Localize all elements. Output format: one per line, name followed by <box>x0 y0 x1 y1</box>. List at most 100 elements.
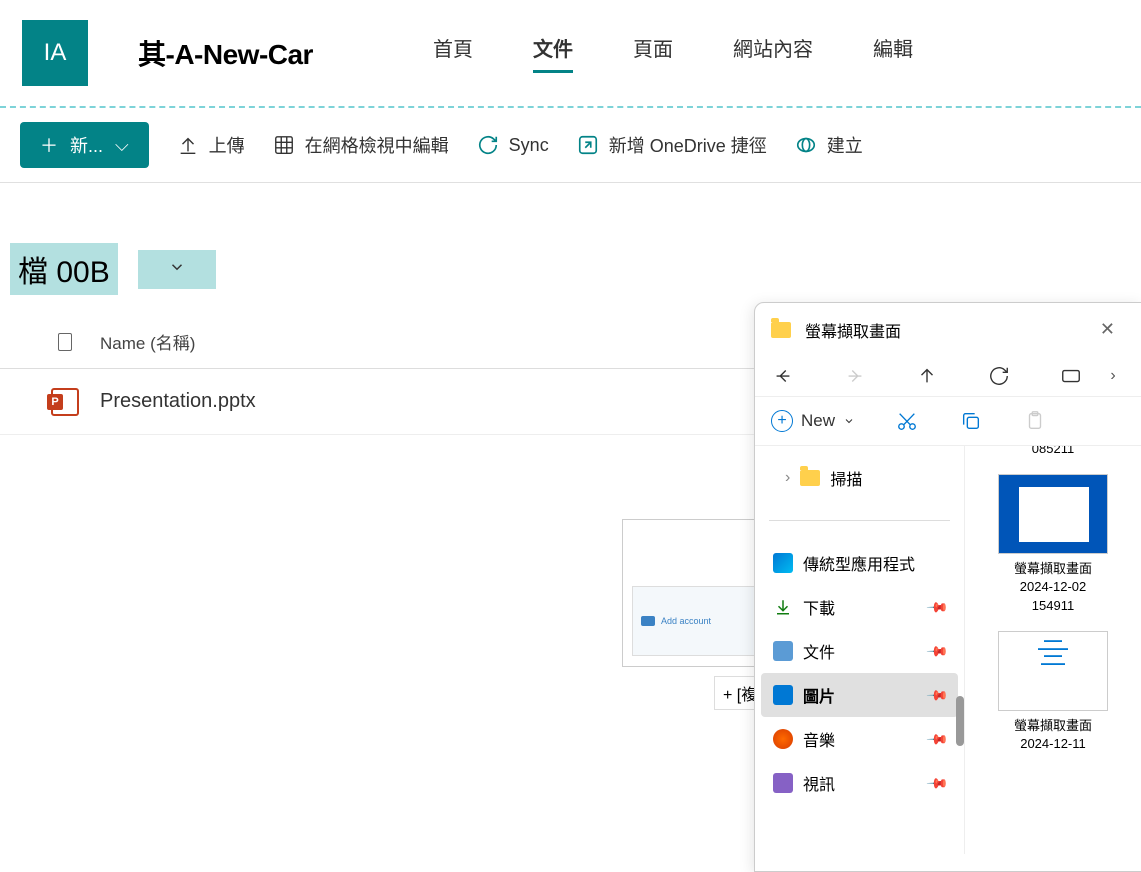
powerpoint-icon <box>51 388 79 416</box>
thumbnail-image <box>998 474 1108 554</box>
sync-button[interactable]: Sync <box>477 134 549 156</box>
chevron-down-icon: ⌵ <box>115 135 129 156</box>
videos-icon <box>773 773 793 793</box>
sidebar-item-documents[interactable]: 文件 📌 <box>761 629 958 673</box>
explorer-content[interactable]: 085211 螢幕擷取畫面 2024-12-02 154911 ▬▬▬▬▬▬▬▬… <box>965 446 1141 854</box>
library-dropdown[interactable] <box>138 250 216 289</box>
thumbnail-image: ▬▬▬▬▬▬▬▬▬▬▬▬▬▬▬ <box>998 631 1108 711</box>
shortcut-icon <box>577 134 599 156</box>
new-button[interactable]: ＋ 新... ⌵ <box>20 122 149 168</box>
copy-button[interactable] <box>959 409 983 433</box>
upload-button[interactable]: 上傳 <box>177 132 245 158</box>
col-type-icon[interactable] <box>30 333 100 351</box>
thumbnail-item[interactable]: ▬▬▬▬▬▬▬▬▬▬▬▬▬▬▬ 螢幕擷取畫面 2024-12-11 <box>975 631 1131 753</box>
nav-tabs: 首頁 文件 頁面 網站內容 編輯 <box>433 33 913 73</box>
sidebar-label: 視訊 <box>803 771 835 795</box>
thumbnail-label-2: 2024-12-02 <box>975 578 1131 596</box>
documents-icon <box>773 641 793 661</box>
file-icon-cell <box>30 388 100 416</box>
back-button[interactable] <box>771 364 795 388</box>
create-agent-button[interactable]: 建立 <box>795 132 863 158</box>
thumbnail-label-1: 螢幕擷取畫面 <box>975 560 1131 578</box>
chevron-down-icon <box>168 258 186 276</box>
drag-thumbnail: Add account <box>632 586 762 656</box>
cloud-icon <box>641 616 655 626</box>
pin-icon: 📌 <box>925 683 949 707</box>
nav-tab-site-contents[interactable]: 網站內容 <box>733 33 813 73</box>
chevron-right-icon: › <box>785 469 790 487</box>
sidebar-item-downloads[interactable]: 下載 📌 <box>761 585 958 629</box>
up-button[interactable] <box>915 364 939 388</box>
pictures-icon <box>773 685 793 705</box>
explorer-nav: › <box>755 356 1141 397</box>
nav-tab-edit[interactable]: 編輯 <box>873 33 913 73</box>
sidebar-label: 音樂 <box>803 727 835 751</box>
close-button[interactable]: ✕ <box>1090 315 1125 344</box>
sidebar-label: 下載 <box>803 595 835 619</box>
sidebar-item-apps[interactable]: 傳統型應用程式 <box>761 541 958 585</box>
site-logo[interactable]: IA <box>22 20 88 86</box>
site-header: IA 其-A-New-Car 首頁 文件 頁面 網站內容 編輯 <box>0 0 1141 106</box>
pin-icon: 📌 <box>925 595 949 619</box>
thumbnail-label-3: 154911 <box>975 597 1131 615</box>
thumbnail-label: 085211 <box>975 446 1131 458</box>
upload-label: 上傳 <box>209 132 245 158</box>
onedrive-label: 新增 OneDrive 捷徑 <box>609 132 767 158</box>
thumbnail-item[interactable]: 螢幕擷取畫面 2024-12-02 154911 <box>975 474 1131 615</box>
sync-label: Sync <box>509 135 549 156</box>
nav-tab-home[interactable]: 首頁 <box>433 33 473 73</box>
explorer-new-label: New <box>801 411 835 431</box>
upload-icon <box>177 134 199 156</box>
drag-inner-text: Add account <box>661 616 711 626</box>
sync-icon <box>477 134 499 156</box>
onedrive-shortcut-button[interactable]: 新增 OneDrive 捷徑 <box>577 132 767 158</box>
explorer-toolbar: + New <box>755 397 1141 446</box>
pin-icon: 📌 <box>925 727 949 751</box>
file-explorer-window: 螢幕擷取畫面 ✕ › + New <box>754 302 1141 872</box>
library-title[interactable]: 檔 00B <box>10 243 118 295</box>
sidebar-label: 文件 <box>803 639 835 663</box>
file-type-icon <box>58 333 72 351</box>
chevron-right-icon[interactable]: › <box>1101 364 1125 388</box>
copilot-icon <box>795 134 817 156</box>
address-bar-icon[interactable] <box>1059 364 1083 388</box>
thumbnail-item[interactable]: 085211 <box>975 446 1131 458</box>
edit-grid-button[interactable]: 在網格檢視中編輯 <box>273 132 449 158</box>
chevron-down-icon <box>843 415 855 427</box>
folder-icon <box>771 322 791 338</box>
pin-icon: 📌 <box>925 639 949 663</box>
divider <box>769 520 950 521</box>
drag-ghost: Add account <box>622 519 772 667</box>
new-button-label: 新... <box>70 132 103 158</box>
site-title[interactable]: 其-A-New-Car <box>138 33 313 73</box>
thumbnail-label-2: 2024-12-11 <box>975 735 1131 753</box>
sidebar-label: 掃描 <box>830 466 862 490</box>
explorer-body: › 掃描 傳統型應用程式 下載 📌 文件 📌 <box>755 446 1141 854</box>
grid-icon <box>273 134 295 156</box>
forward-button[interactable] <box>843 364 867 388</box>
music-icon <box>773 729 793 749</box>
library-title-row: 檔 00B <box>0 183 1141 315</box>
paste-button[interactable] <box>1023 409 1047 433</box>
download-icon <box>773 597 793 617</box>
apps-icon <box>773 553 793 573</box>
command-bar: ＋ 新... ⌵ 上傳 在網格檢視中編輯 Sync 新增 OneDrive 捷徑… <box>0 108 1141 183</box>
cut-button[interactable] <box>895 409 919 433</box>
refresh-button[interactable] <box>987 364 1011 388</box>
sidebar-item-scan[interactable]: › 掃描 <box>761 456 958 500</box>
scrollbar[interactable] <box>956 696 964 746</box>
edit-grid-label: 在網格檢視中編輯 <box>305 132 449 158</box>
explorer-new-button[interactable]: + New <box>771 410 855 432</box>
explorer-title: 螢幕擷取畫面 <box>805 318 1076 342</box>
nav-tab-documents[interactable]: 文件 <box>533 33 573 73</box>
plus-circle-icon: + <box>771 410 793 432</box>
sidebar-label: 圖片 <box>803 683 835 707</box>
sidebar-item-pictures[interactable]: 圖片 📌 <box>761 673 958 717</box>
pin-icon: 📌 <box>925 771 949 795</box>
nav-tab-pages[interactable]: 頁面 <box>633 33 673 73</box>
sidebar-item-videos[interactable]: 視訊 📌 <box>761 761 958 805</box>
explorer-titlebar[interactable]: 螢幕擷取畫面 ✕ <box>755 303 1141 356</box>
sidebar-label: 傳統型應用程式 <box>803 551 915 575</box>
sidebar-item-music[interactable]: 音樂 📌 <box>761 717 958 761</box>
plus-icon: ＋ <box>40 132 58 158</box>
